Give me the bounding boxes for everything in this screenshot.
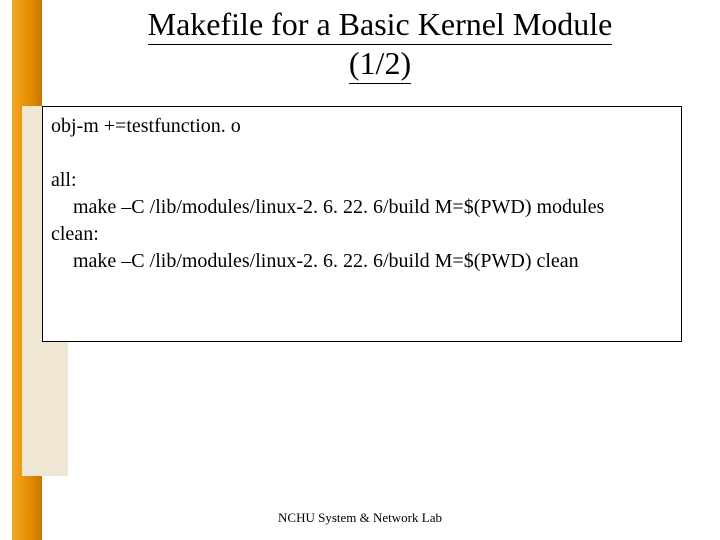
code-box: obj-m +=testfunction. o all: make –C /li… [42, 106, 682, 342]
title-line-1: Makefile for a Basic Kernel Module [148, 6, 613, 45]
code-line-5: make –C /lib/modules/linux-2. 6. 22. 6/b… [51, 248, 673, 275]
page-title: Makefile for a Basic Kernel Module (1/2) [60, 6, 700, 84]
title-line-2: (1/2) [349, 45, 411, 84]
code-line-4: clean: [51, 221, 673, 248]
code-line-3: make –C /lib/modules/linux-2. 6. 22. 6/b… [51, 194, 673, 221]
code-line-1: obj-m +=testfunction. o [51, 113, 673, 140]
slide: Makefile for a Basic Kernel Module (1/2)… [0, 0, 720, 540]
code-blank-1 [51, 140, 673, 167]
footer-text: NCHU System & Network Lab [0, 510, 720, 526]
code-line-2: all: [51, 167, 673, 194]
